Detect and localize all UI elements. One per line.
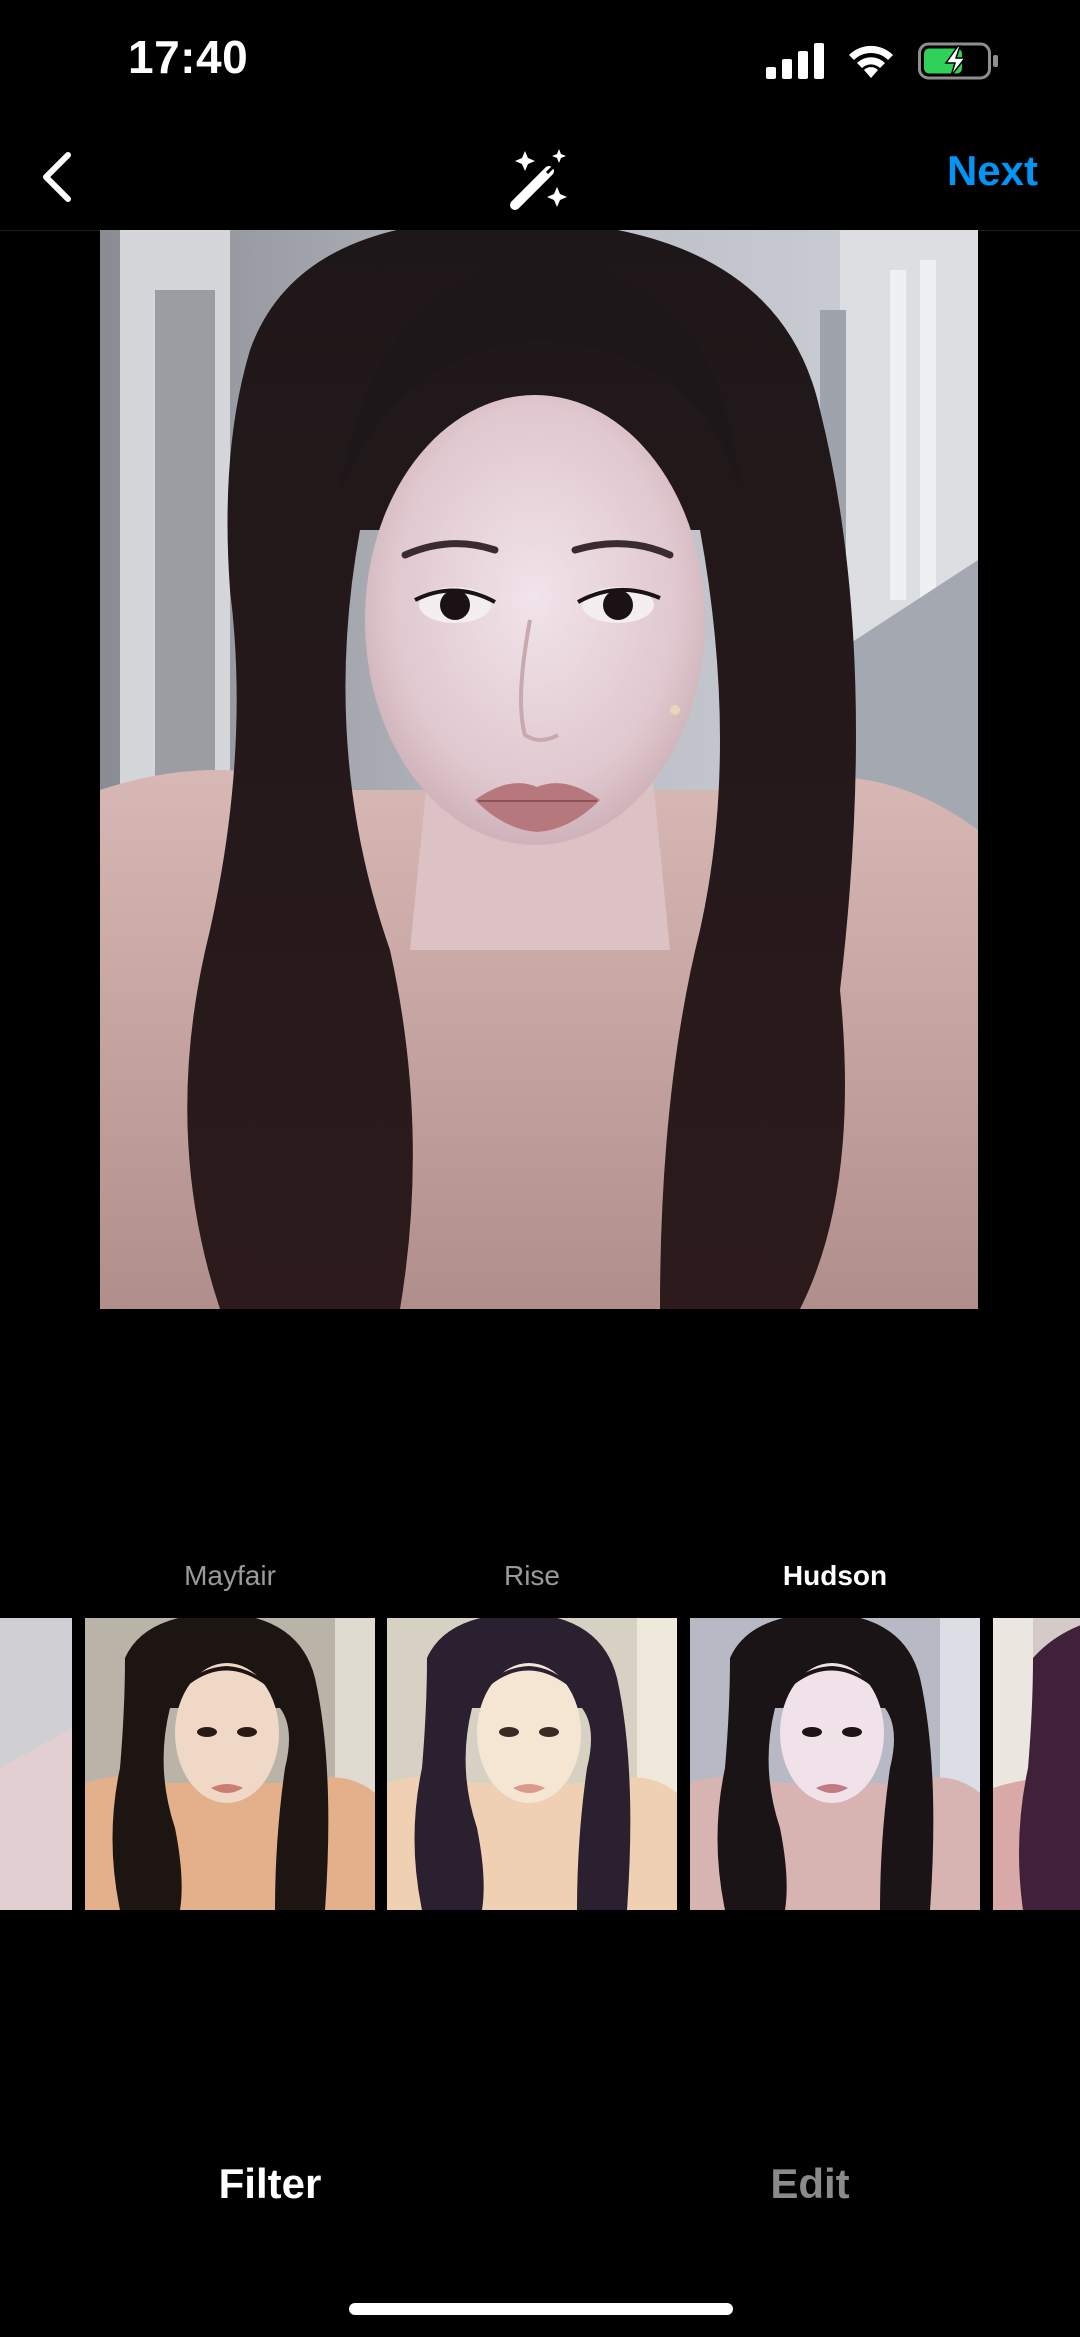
filter-thumb-image (85, 1618, 375, 1910)
home-indicator[interactable] (349, 2303, 733, 2315)
magic-wand-icon (510, 149, 567, 210)
filter-labels: Mayfair Rise Hudson (0, 1560, 1080, 1600)
filter-label-mayfair: Mayfair (184, 1560, 276, 1591)
filter-thumb-image (993, 1618, 1080, 1910)
filter-thumb-previous[interactable] (0, 1618, 72, 1910)
main-photo-preview[interactable] (100, 230, 978, 1309)
tab-filter[interactable]: Filter (120, 2160, 420, 2208)
filter-thumb-rise[interactable] (387, 1618, 677, 1910)
status-bar: 17:40 (0, 0, 1080, 125)
portrait-photo (100, 230, 978, 1309)
filter-thumb-mayfair[interactable] (85, 1618, 375, 1910)
filter-strip[interactable] (0, 1618, 1080, 1910)
filter-screen: 17:40 Next Mayfair Rise Hudson Filter Ed… (0, 0, 1080, 2337)
wifi-icon (846, 42, 896, 85)
back-button[interactable] (28, 147, 88, 207)
filter-thumb-image (387, 1618, 677, 1910)
filter-thumb-image (690, 1618, 980, 1910)
top-nav: Next (0, 125, 1080, 231)
magic-wand-button[interactable] (505, 145, 575, 215)
filter-label-hudson: Hudson (782, 1560, 888, 1591)
battery-charging-icon (918, 42, 1000, 85)
cellular-signal-icon (766, 43, 824, 84)
chevron-left-icon (43, 152, 71, 202)
bottom-tabs: Filter Edit (0, 2160, 1080, 2230)
status-icons (766, 42, 1000, 85)
next-button[interactable]: Next (947, 147, 1038, 195)
status-time: 17:40 (128, 31, 249, 83)
filter-thumb-hudson[interactable] (690, 1618, 980, 1910)
filter-thumb-next[interactable] (993, 1618, 1080, 1910)
filter-label-rise: Rise (503, 1560, 560, 1591)
tab-edit[interactable]: Edit (660, 2160, 960, 2208)
filter-thumb-image (0, 1618, 72, 1910)
